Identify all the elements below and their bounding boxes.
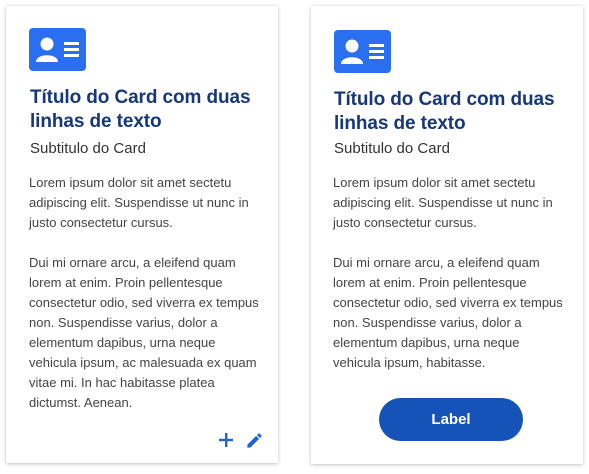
card-actions <box>215 429 265 451</box>
card-with-button: Título do Card com duas linhas de texto … <box>311 6 583 464</box>
card-title: Título do Card com duas linhas de texto <box>334 89 555 134</box>
card-paragraph: Lorem ipsum dolor sit amet sectetu adipi… <box>333 175 553 230</box>
add-button[interactable] <box>215 429 237 451</box>
card-subtitle: Subtitulo do Card <box>334 140 450 157</box>
pencil-icon <box>246 432 262 448</box>
card-paragraph: Lorem ipsum dolor sit amet sectetu adipi… <box>29 175 249 230</box>
card-body: Lorem ipsum dolor sit amet sectetu adipi… <box>333 173 569 373</box>
contact-card-icon <box>29 28 86 71</box>
card-subtitle: Subtitulo do Card <box>30 140 146 157</box>
edit-button[interactable] <box>243 429 265 451</box>
plus-icon <box>219 433 233 447</box>
card-title: Título do Card com duas linhas de texto <box>30 87 251 132</box>
card-paragraph: Dui mi ornare arcu, a eleifend quam lore… <box>333 255 563 370</box>
card-body: Lorem ipsum dolor sit amet sectetu adipi… <box>29 173 265 413</box>
card-with-icon-actions: Título do Card com duas linhas de texto … <box>6 6 278 463</box>
label-button[interactable]: Label <box>379 398 523 441</box>
card-paragraph: Dui mi ornare arcu, a eleifend quam lore… <box>29 255 259 410</box>
contact-card-icon <box>334 30 391 73</box>
